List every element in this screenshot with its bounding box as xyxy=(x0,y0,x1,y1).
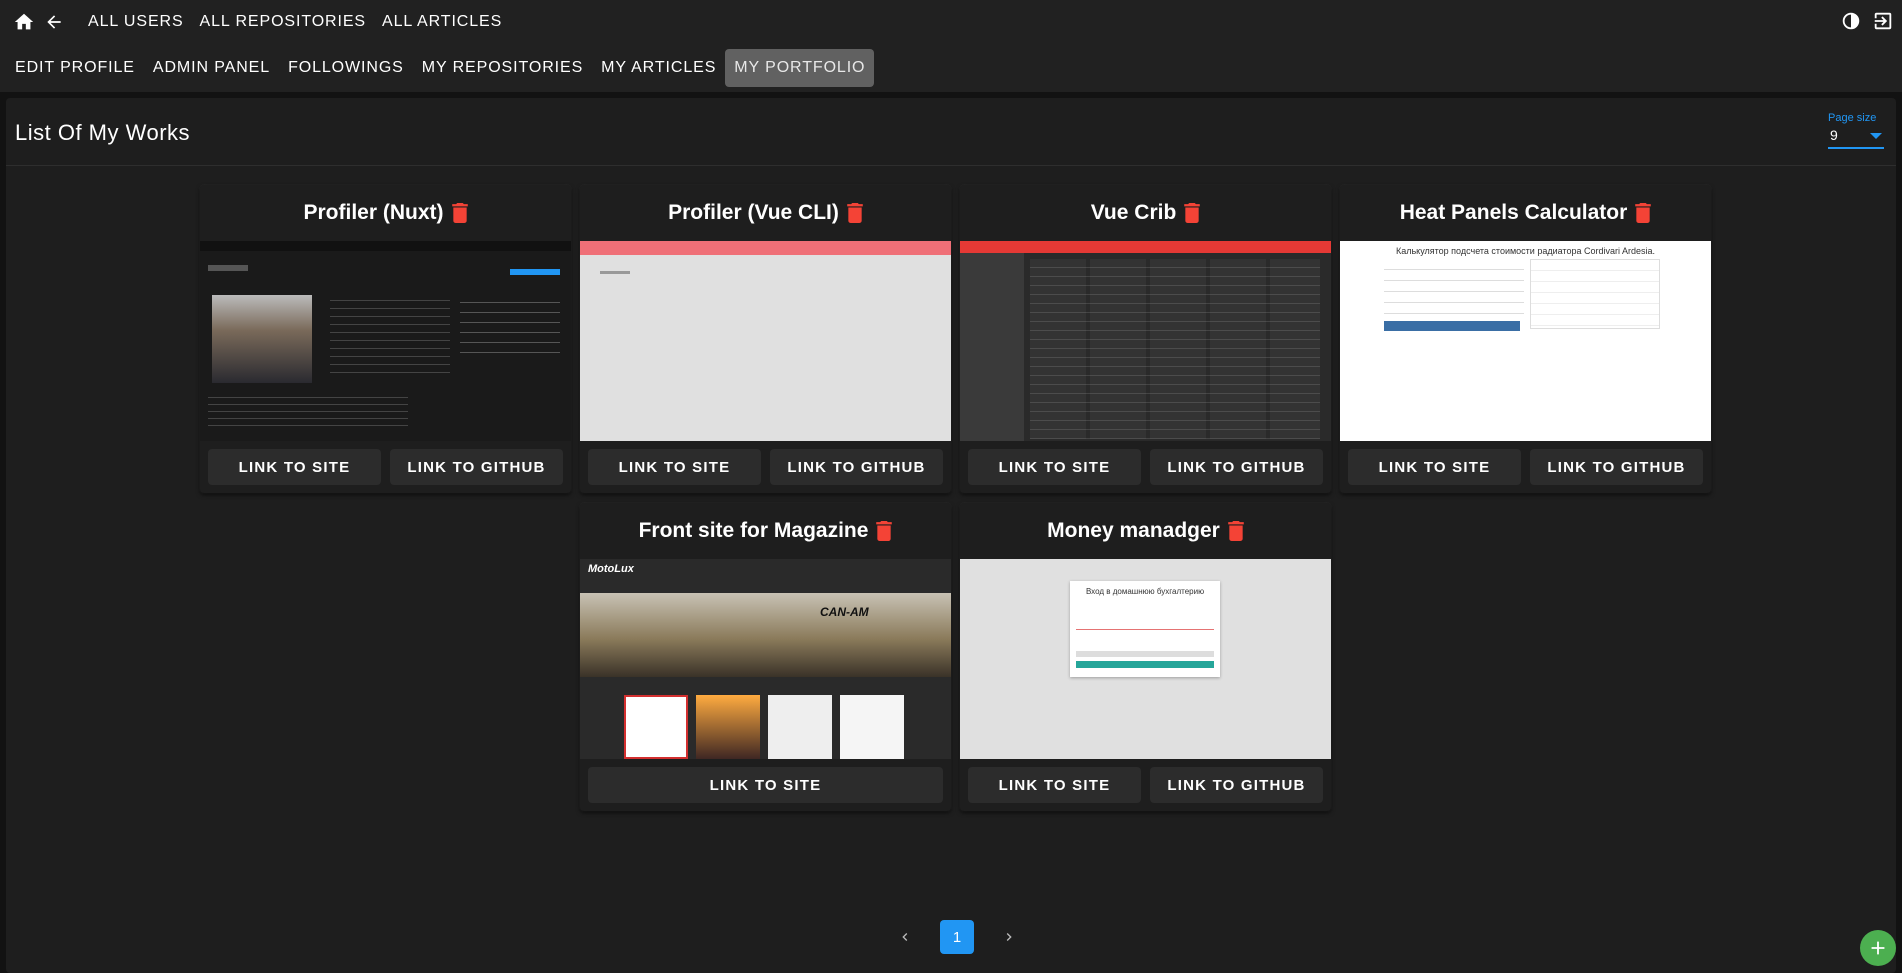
logout-icon[interactable] xyxy=(1872,10,1894,37)
work-screenshot: Вход в домашнюю бухгалтерию xyxy=(960,559,1331,759)
delete-icon[interactable] xyxy=(1184,203,1201,223)
card-actions: LINK TO SITE LINK TO GITHUB xyxy=(580,441,951,493)
tab-my-articles[interactable]: MY ARTICLES xyxy=(592,49,725,87)
work-screenshot: MotoLux CAN-AM xyxy=(580,559,951,759)
tab-admin-panel[interactable]: ADMIN PANEL xyxy=(144,49,279,87)
work-title-row: Profiler (Nuxt) xyxy=(200,185,571,241)
link-to-site-button[interactable]: LINK TO SITE xyxy=(968,767,1141,803)
screenshot-heading: Калькулятор подсчета стоимости радиатора… xyxy=(1395,246,1655,256)
page-size-select[interactable]: Page size 9 xyxy=(1828,112,1884,149)
card-actions: LINK TO SITE LINK TO GITHUB xyxy=(200,441,571,493)
work-card: Vue Crib LINK TO SITE LINK TO GITHUB xyxy=(960,185,1331,493)
arrow-back-icon[interactable] xyxy=(42,10,66,34)
work-card: Money manadger Вход в домашнюю бухгалтер… xyxy=(960,503,1331,811)
tab-edit-profile[interactable]: EDIT PROFILE xyxy=(6,49,144,87)
work-card: Profiler (Vue CLI) LINK TO SITE LINK TO … xyxy=(580,185,951,493)
link-to-site-button[interactable]: LINK TO SITE xyxy=(1348,449,1521,485)
work-screenshot: Калькулятор подсчета стоимости радиатора… xyxy=(1340,241,1711,441)
work-screenshot xyxy=(960,241,1331,441)
link-to-site-button[interactable]: LINK TO SITE xyxy=(588,449,761,485)
add-work-button[interactable] xyxy=(1860,930,1896,966)
page-size-label: Page size xyxy=(1828,112,1877,124)
work-title-row: Heat Panels Calculator xyxy=(1340,185,1711,241)
nav-all-repositories[interactable]: ALL REPOSITORIES xyxy=(200,13,366,31)
page-size-value-box: 9 xyxy=(1828,127,1884,149)
card-actions: LINK TO SITE LINK TO GITHUB xyxy=(960,759,1331,811)
plus-icon xyxy=(1871,941,1885,955)
link-to-site-button[interactable]: LINK TO SITE xyxy=(208,449,381,485)
pagination: 1 xyxy=(888,920,1026,954)
screenshot-logo: MotoLux xyxy=(588,563,634,575)
work-title-row: Money manadger xyxy=(960,503,1331,559)
caret-down-icon xyxy=(1870,133,1882,139)
work-title: Money manadger xyxy=(1047,519,1220,542)
work-title-row: Front site for Magazine xyxy=(580,503,951,559)
portfolio-panel: List Of My Works Page size 9 Profiler (N… xyxy=(6,98,1896,973)
chevron-left-icon[interactable] xyxy=(888,920,922,954)
top-app-bar: ALL USERS ALL REPOSITORIES ALL ARTICLES xyxy=(0,0,1902,44)
card-actions: LINK TO SITE LINK TO GITHUB xyxy=(1340,441,1711,493)
delete-icon[interactable] xyxy=(451,203,468,223)
tab-my-repositories[interactable]: MY REPOSITORIES xyxy=(413,49,592,87)
work-card: Front site for Magazine MotoLux CAN-AM L… xyxy=(580,503,951,811)
home-icon[interactable] xyxy=(12,10,36,34)
link-to-github-button[interactable]: LINK TO GITHUB xyxy=(1530,449,1703,485)
delete-icon[interactable] xyxy=(1228,521,1244,541)
link-to-github-button[interactable]: LINK TO GITHUB xyxy=(1150,767,1323,803)
link-to-site-button[interactable]: LINK TO SITE xyxy=(588,767,943,803)
chevron-right-icon[interactable] xyxy=(992,920,1026,954)
tab-my-portfolio[interactable]: MY PORTFOLIO xyxy=(725,49,875,87)
profile-tabs: EDIT PROFILE ADMIN PANEL FOLLOWINGS MY R… xyxy=(0,44,1902,92)
nav-all-users[interactable]: ALL USERS xyxy=(88,13,184,31)
work-card: Profiler (Nuxt) LINK TO SITE LINK TO GIT… xyxy=(200,185,571,493)
delete-icon[interactable] xyxy=(1635,203,1652,223)
work-screenshot xyxy=(200,241,571,441)
page-button-current[interactable]: 1 xyxy=(940,920,974,954)
panel-header: List Of My Works Page size 9 xyxy=(6,98,1896,166)
link-to-site-button[interactable]: LINK TO SITE xyxy=(968,449,1141,485)
work-title: Heat Panels Calculator xyxy=(1399,201,1628,224)
link-to-github-button[interactable]: LINK TO GITHUB xyxy=(770,449,943,485)
card-actions: LINK TO SITE LINK TO GITHUB xyxy=(960,441,1331,493)
delete-icon[interactable] xyxy=(847,203,863,223)
work-title-row: Profiler (Vue CLI) xyxy=(580,185,951,241)
work-title-row: Vue Crib xyxy=(960,185,1331,241)
screenshot-brand: CAN-AM xyxy=(820,605,869,619)
link-to-github-button[interactable]: LINK TO GITHUB xyxy=(390,449,563,485)
work-title: Front site for Magazine xyxy=(638,519,869,542)
work-title: Profiler (Nuxt) xyxy=(303,201,444,224)
work-screenshot xyxy=(580,241,951,441)
theme-toggle-icon[interactable] xyxy=(1840,10,1862,37)
link-to-github-button[interactable]: LINK TO GITHUB xyxy=(1150,449,1323,485)
tab-followings[interactable]: FOLLOWINGS xyxy=(279,49,413,87)
work-title: Vue Crib xyxy=(1090,201,1177,224)
work-title: Profiler (Vue CLI) xyxy=(668,201,839,224)
card-actions: LINK TO SITE xyxy=(580,759,951,811)
work-card: Heat Panels Calculator Калькулятор подсч… xyxy=(1340,185,1711,493)
page-title: List Of My Works xyxy=(15,120,191,145)
delete-icon[interactable] xyxy=(876,521,893,541)
nav-all-articles[interactable]: ALL ARTICLES xyxy=(382,13,502,31)
page-size-value: 9 xyxy=(1830,127,1838,143)
screenshot-heading: Вход в домашнюю бухгалтерию xyxy=(1085,587,1205,596)
